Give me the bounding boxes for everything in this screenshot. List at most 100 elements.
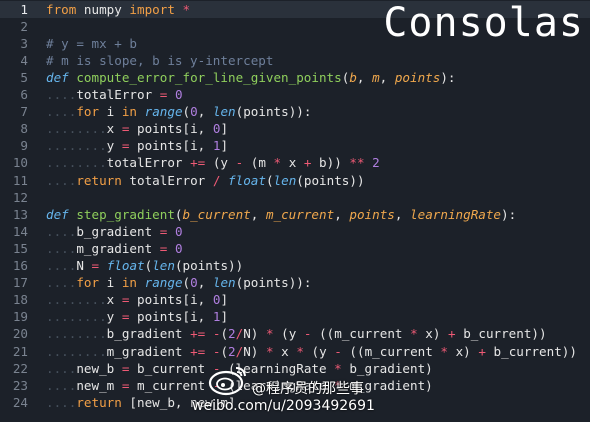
code-token: y xyxy=(106,309,122,325)
indent-guide: .... xyxy=(46,240,77,256)
code-text[interactable]: ....totalError = 0 xyxy=(46,86,183,103)
code-line[interactable]: 15 ....m_gradient = 0 xyxy=(0,240,590,257)
code-token: totalError xyxy=(121,172,213,188)
code-line[interactable]: 12 xyxy=(0,189,590,206)
code-token: ((m_current xyxy=(311,326,411,342)
code-token: ] xyxy=(220,121,229,137)
code-token: return xyxy=(76,172,122,188)
code-token: len xyxy=(273,172,297,188)
code-text[interactable]: ........y = points[i, 1] xyxy=(46,137,228,154)
code-line[interactable]: 18 ........x = points[i, 0] xyxy=(0,291,590,308)
indent-guide: ........ xyxy=(46,309,107,325)
code-token: += xyxy=(190,155,206,171)
code-token: (points)): xyxy=(235,104,312,120)
line-number: 20 xyxy=(12,326,28,342)
indent-guide: ........ xyxy=(46,138,107,154)
code-token: (m xyxy=(243,155,274,171)
code-line[interactable]: 5 def compute_error_for_line_given_points… xyxy=(0,69,590,86)
code-text[interactable]: ........m_gradient += -(2/N) * x * (y - … xyxy=(46,343,577,360)
code-token: float xyxy=(228,172,266,188)
code-token: i xyxy=(99,275,122,291)
code-token: += xyxy=(190,343,206,359)
code-line[interactable]: 8 ........x = points[i, 0] xyxy=(0,120,590,137)
indent-guide: .... xyxy=(46,394,77,410)
code-text[interactable]: # m is slope, b is y-intercept xyxy=(46,52,273,69)
code-text[interactable]: from numpy import * xyxy=(46,1,190,18)
code-token: new_m xyxy=(76,377,122,393)
code-token: ( xyxy=(182,275,191,291)
indent-guide: .... xyxy=(46,275,77,291)
code-token: totalError xyxy=(76,87,160,102)
code-line[interactable]: 9 ........y = points[i, 1] xyxy=(0,137,590,154)
code-text[interactable]: ........y = points[i, 1] xyxy=(46,308,228,325)
line-number: 18 xyxy=(12,292,28,308)
code-token: numpy xyxy=(76,1,130,17)
line-number: 3 xyxy=(20,35,28,51)
code-line[interactable]: 14 ....b_gradient = 0 xyxy=(0,223,590,240)
code-token: * xyxy=(410,326,418,342)
code-line[interactable]: 17 ....for i in range(0, len(points)): xyxy=(0,274,590,291)
indent-guide: .... xyxy=(46,104,77,120)
code-text[interactable]: # y = mx + b xyxy=(46,35,137,52)
code-token: # m is slope, b is y-intercept xyxy=(46,52,274,68)
code-token: b_current xyxy=(182,206,251,222)
code-text[interactable]: ........x = points[i, 0] xyxy=(46,120,228,137)
code-token: N xyxy=(76,258,92,273)
code-token: 2 xyxy=(372,155,380,171)
line-number: 4 xyxy=(20,52,28,68)
code-token: ( xyxy=(182,104,191,120)
code-token: (y xyxy=(303,343,335,359)
code-text[interactable]: ........x = points[i, 0] xyxy=(46,291,228,308)
code-text[interactable]: ....for i in range(0, len(points)): xyxy=(46,274,311,291)
code-token: return xyxy=(76,394,122,410)
code-line[interactable]: 19 ........y = points[i, 1] xyxy=(0,308,590,325)
code-line[interactable]: 10 ........totalError += (y - (m * x + b)… xyxy=(0,154,590,171)
code-token: * xyxy=(296,343,304,359)
code-token: + xyxy=(448,326,456,342)
code-text[interactable]: def compute_error_for_line_given_points(… xyxy=(46,69,456,86)
code-text[interactable]: def step_gradient(b_current, m_current, … xyxy=(46,206,516,223)
code-token: totalError xyxy=(106,155,191,171)
code-text[interactable]: ....return totalError / float(len(points… xyxy=(46,172,365,189)
line-number: 8 xyxy=(20,121,28,137)
line-number: 13 xyxy=(12,206,28,222)
code-text[interactable]: ....N = float(len(points)) xyxy=(46,257,243,274)
code-editor[interactable]: 1 from numpy import * 2 3 # y = mx + b 4 # m i… xyxy=(0,0,590,422)
code-token: * xyxy=(265,326,274,342)
code-token: compute_error_for_line_given_points xyxy=(76,69,342,85)
code-text[interactable]: ....for i in range(0, len(points)): xyxy=(46,103,311,120)
line-number: 17 xyxy=(12,275,28,291)
code-token: b_current)) xyxy=(455,326,547,342)
code-text[interactable]: ........b_gradient += -(2/N) * (y - ((m_… xyxy=(46,325,547,342)
code-line[interactable]: 11 ....return totalError / float(len(poin… xyxy=(0,172,590,189)
code-token: x xyxy=(281,155,304,171)
code-token: + xyxy=(478,343,486,359)
code-token: * xyxy=(265,343,274,359)
code-line[interactable]: 21 ........m_gradient += -(2/N) * x * (y … xyxy=(0,343,590,360)
code-token: 0 xyxy=(174,87,183,102)
code-line[interactable]: 13 def step_gradient(b_current, m_current… xyxy=(0,206,590,223)
code-line[interactable]: 4 # m is slope, b is y-intercept xyxy=(0,52,590,69)
code-line[interactable]: 7 ....for i in range(0, len(points)): xyxy=(0,103,590,120)
code-text[interactable]: ....m_gradient = 0 xyxy=(46,240,183,257)
indent-guide: .... xyxy=(46,87,77,102)
code-token: points[i, xyxy=(129,121,213,137)
code-line[interactable]: 16 ....N = float(len(points)) xyxy=(0,257,590,274)
code-token: * xyxy=(182,1,191,17)
code-token: = xyxy=(91,258,100,273)
code-text[interactable]: ........totalError += (y - (m * x + b)) … xyxy=(46,154,380,171)
code-line[interactable]: 6 ....totalError = 0 xyxy=(0,86,590,103)
code-token: ] xyxy=(220,292,229,308)
code-token: b_gradient xyxy=(76,223,160,239)
code-token: x) xyxy=(448,343,479,359)
code-text[interactable]: ....b_gradient = 0 xyxy=(46,223,183,240)
code-token: def xyxy=(46,69,69,85)
indent-guide: ........ xyxy=(46,343,107,359)
code-line[interactable]: 20 ........b_gradient += -(2/N) * (y - ((… xyxy=(0,325,590,342)
code-token: m_current xyxy=(265,206,335,222)
